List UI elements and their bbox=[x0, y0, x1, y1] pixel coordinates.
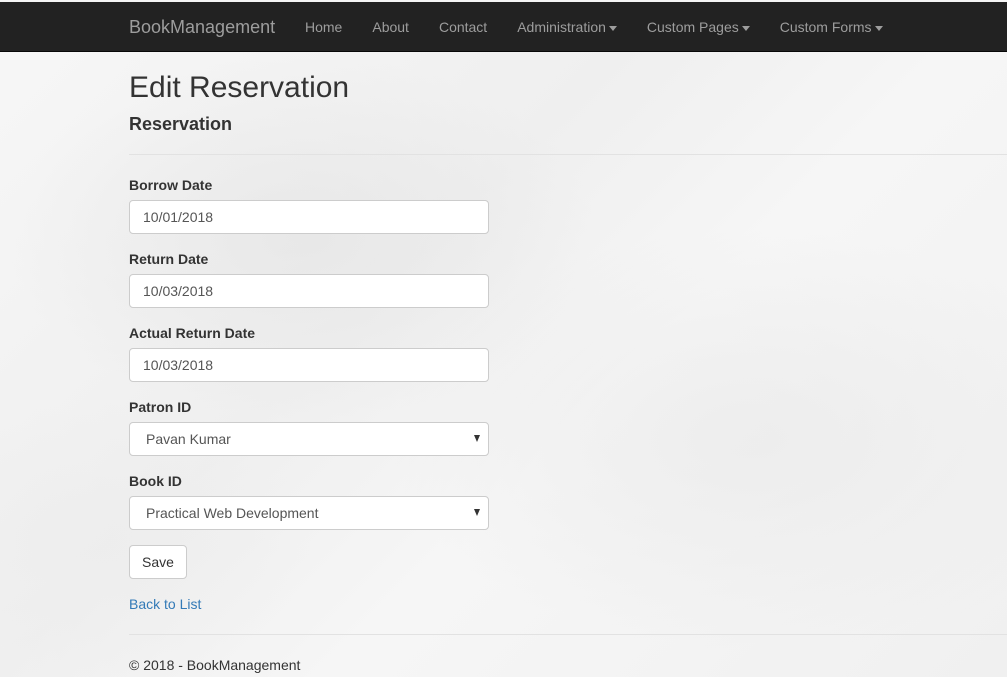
brand-link[interactable]: BookManagement bbox=[129, 16, 275, 38]
nav-item-home[interactable]: Home bbox=[290, 2, 357, 52]
nav-dropdown-custom-pages[interactable]: Custom Pages bbox=[632, 2, 765, 52]
nav-item-label: Contact bbox=[438, 19, 488, 35]
book-id-select[interactable]: Practical Web Development bbox=[129, 496, 489, 530]
footer-text: © 2018 - BookManagement bbox=[129, 657, 301, 673]
footer-divider bbox=[129, 634, 1007, 635]
nav-dropdown-administration[interactable]: Administration bbox=[502, 2, 632, 52]
page-title: Edit Reservation bbox=[129, 71, 350, 104]
nav-item-contact[interactable]: Contact bbox=[424, 2, 502, 52]
return-date-label: Return Date bbox=[129, 251, 209, 267]
divider bbox=[129, 154, 1007, 155]
nav-item-label: Administration bbox=[517, 19, 606, 35]
save-button[interactable]: Save bbox=[129, 545, 187, 579]
navbar: BookManagement Home About Contact Admini… bbox=[0, 2, 1007, 52]
return-date-input[interactable]: 10/03/2018 bbox=[129, 274, 489, 308]
nav-item-label: About bbox=[372, 19, 409, 35]
nav-item-about[interactable]: About bbox=[357, 2, 424, 52]
actual-return-date-label: Actual Return Date bbox=[129, 325, 256, 341]
nav-dropdown-custom-forms[interactable]: Custom Forms bbox=[765, 2, 898, 52]
patron-id-label: Patron ID bbox=[129, 399, 192, 415]
caret-down-icon bbox=[608, 25, 617, 31]
patron-id-selected-value: Pavan Kumar bbox=[146, 431, 231, 447]
borrow-date-input[interactable]: 10/01/2018 bbox=[129, 200, 489, 234]
nav-menu: Home About Contact Administration Custom… bbox=[290, 2, 898, 52]
nav-item-label: Custom Forms bbox=[779, 19, 872, 35]
book-id-label: Book ID bbox=[129, 473, 182, 489]
caret-down-icon bbox=[741, 25, 750, 31]
dropdown-arrow-icon bbox=[474, 435, 480, 442]
back-to-list-link[interactable]: Back to List bbox=[129, 595, 201, 613]
patron-id-select[interactable]: Pavan Kumar bbox=[129, 422, 489, 456]
caret-down-icon bbox=[874, 25, 883, 31]
nav-item-label: Custom Pages bbox=[646, 19, 739, 35]
actual-return-date-input[interactable]: 10/03/2018 bbox=[129, 348, 489, 382]
page-subtitle: Reservation bbox=[129, 114, 233, 134]
nav-item-label: Home bbox=[305, 19, 343, 35]
book-id-selected-value: Practical Web Development bbox=[146, 505, 319, 521]
dropdown-arrow-icon bbox=[474, 509, 480, 516]
borrow-date-label: Borrow Date bbox=[129, 177, 213, 193]
